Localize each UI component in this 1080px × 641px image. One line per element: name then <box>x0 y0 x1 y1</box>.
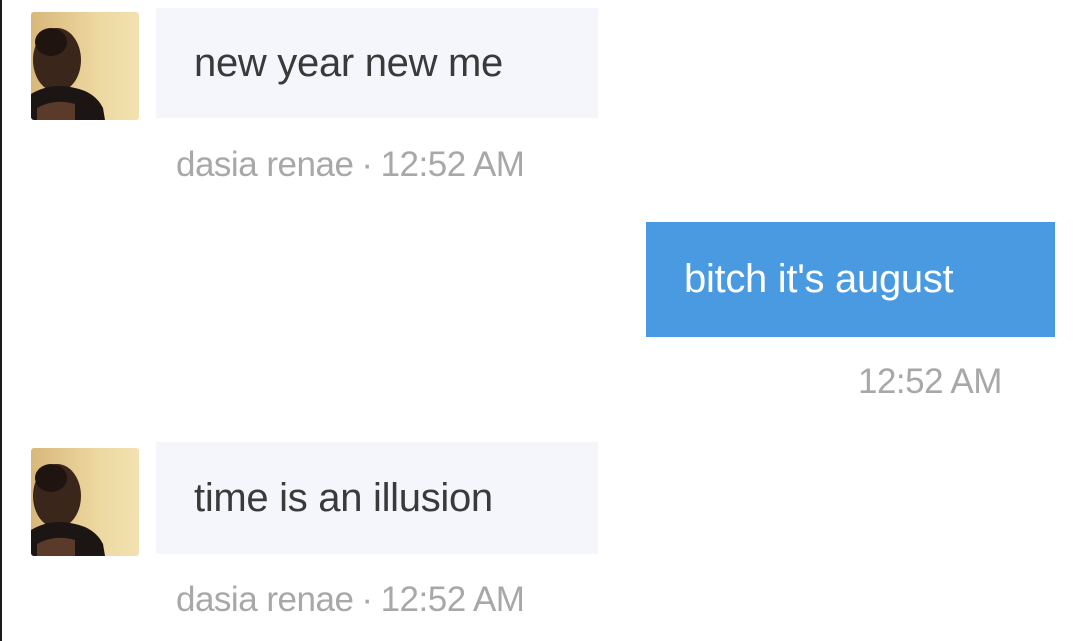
outgoing-message-bubble[interactable]: bitch it's august <box>646 222 1055 337</box>
incoming-message-bubble[interactable]: new year new me <box>156 8 598 118</box>
chat-thread: new year new me dasia renae · 12:52 AM bit… <box>0 0 1080 641</box>
sender-avatar[interactable] <box>31 448 139 556</box>
message-timestamp: 12:52 AM <box>380 580 525 619</box>
message-timestamp: 12:52 AM <box>858 362 1002 401</box>
user-avatar-icon <box>31 448 139 556</box>
message-text: time is an illusion <box>194 475 493 520</box>
user-avatar-icon <box>31 12 139 120</box>
sender-avatar[interactable] <box>31 12 139 120</box>
incoming-message-bubble[interactable]: time is an illusion <box>156 442 598 554</box>
message-timestamp: 12:52 AM <box>380 145 525 184</box>
message-meta: dasia renae · 12:52 AM <box>176 145 525 185</box>
message-text: bitch it's august <box>684 257 954 301</box>
meta-separator: · <box>361 145 373 184</box>
window-edge <box>0 0 2 641</box>
meta-separator: · <box>361 580 373 619</box>
message-meta: 12:52 AM <box>858 362 1002 402</box>
message-meta: dasia renae · 12:52 AM <box>176 580 525 620</box>
message-text: new year new me <box>194 40 503 85</box>
sender-name[interactable]: dasia renae <box>176 580 354 619</box>
sender-name[interactable]: dasia renae <box>176 145 354 184</box>
